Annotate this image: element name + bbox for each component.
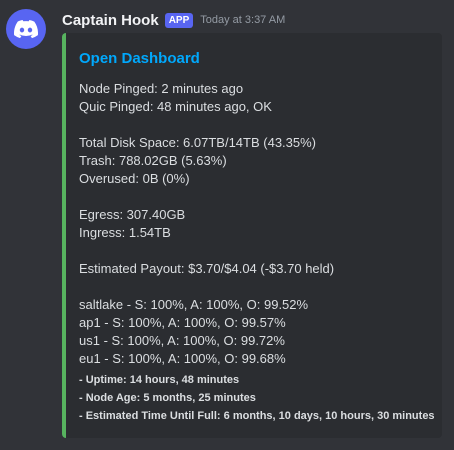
satellite-line: us1 - S: 100%, A: 100%, O: 99.72% — [79, 333, 285, 348]
discord-logo-icon — [14, 19, 38, 38]
trash-line: Trash: 788.02GB (5.63%) — [79, 153, 227, 168]
egress-line: Egress: 307.40GB — [79, 207, 186, 222]
chat-message: Captain Hook APP Today at 3:37 AM Open D… — [0, 0, 454, 450]
avatar[interactable] — [6, 9, 46, 49]
uptime-line: - Uptime: 14 hours, 48 minutes — [79, 374, 240, 386]
overused-line: Overused: 0B (0%) — [79, 171, 190, 186]
satellite-line: eu1 - S: 100%, A: 100%, O: 99.68% — [79, 351, 286, 366]
satellite-line: ap1 - S: 100%, A: 100%, O: 99.57% — [79, 315, 286, 330]
app-badge: APP — [164, 12, 194, 28]
node-age-line: - Node Age: 5 months, 25 minutes — [79, 392, 256, 404]
message-timestamp[interactable]: Today at 3:37 AM — [200, 14, 285, 26]
quic-ping-line: Quic Pinged: 48 minutes ago, OK — [79, 99, 272, 114]
total-disk-line: Total Disk Space: 6.07TB/14TB (43.35%) — [79, 135, 317, 150]
author-name[interactable]: Captain Hook — [62, 12, 159, 29]
embed-description: Node Pinged: 2 minutes ago Quic Pinged: … — [79, 80, 439, 425]
embed-card: Open Dashboard Node Pinged: 2 minutes ag… — [62, 33, 442, 438]
message-header: Captain Hook APP Today at 3:37 AM — [62, 10, 285, 30]
node-ping-line: Node Pinged: 2 minutes ago — [79, 81, 244, 96]
ingress-line: Ingress: 1.54TB — [79, 225, 171, 240]
embed-title-link[interactable]: Open Dashboard — [79, 50, 200, 67]
time-until-full-line: - Estimated Time Until Full: 6 months, 1… — [79, 410, 435, 422]
payout-line: Estimated Payout: $3.70/$4.04 (-$3.70 he… — [79, 261, 335, 276]
satellite-line: saltlake - S: 100%, A: 100%, O: 99.52% — [79, 297, 309, 312]
embed-footer-list: - Uptime: 14 hours, 48 minutes - Node Ag… — [79, 371, 439, 425]
